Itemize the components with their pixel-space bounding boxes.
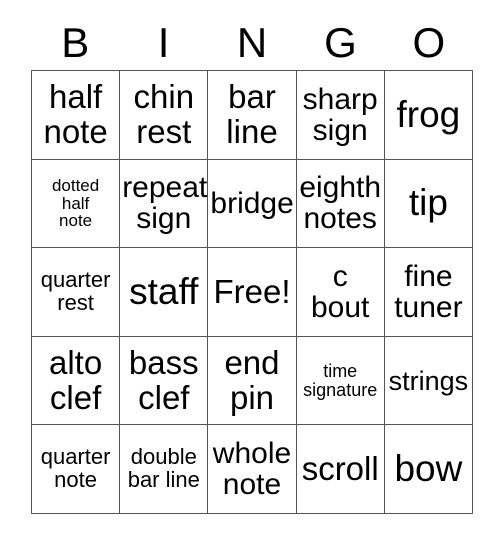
bingo-header-row: B I N G O: [31, 16, 473, 70]
bingo-cell[interactable]: end pin: [208, 336, 297, 426]
bingo-cell-label: fine tuner: [394, 259, 463, 324]
bingo-grid: half note chin rest bar line sharp sign …: [31, 70, 473, 514]
bingo-cell[interactable]: bar line: [208, 71, 297, 160]
bingo-header-letter-i: I: [157, 19, 170, 66]
bingo-card: B I N G O half note chin rest bar line s…: [0, 0, 500, 544]
bingo-cell[interactable]: staff: [120, 248, 209, 337]
bingo-cell-label: double bar line: [127, 444, 200, 493]
bingo-cell[interactable]: quarter note: [32, 425, 121, 514]
bingo-cell-label: strings: [388, 365, 469, 396]
bingo-header-letter-b: B: [61, 19, 90, 66]
bingo-cell-label: quarter rest: [40, 267, 111, 315]
bingo-cell[interactable]: fine tuner: [384, 248, 473, 337]
bingo-cell-label: bar line: [226, 78, 278, 150]
bingo-cell-label: quarter note: [40, 444, 111, 493]
bingo-cell[interactable]: alto clef: [32, 336, 121, 426]
bingo-cell[interactable]: tip: [384, 159, 473, 249]
bingo-cell[interactable]: c bout: [296, 248, 385, 337]
bingo-cell[interactable]: repeat sign: [120, 159, 209, 249]
bingo-cell[interactable]: dotted half note: [32, 159, 121, 249]
bingo-cell[interactable]: frog: [384, 71, 473, 160]
bingo-cell-label: dotted half note: [51, 175, 100, 231]
bingo-cell[interactable]: whole note: [208, 425, 297, 514]
bingo-cell-label: tip: [408, 182, 448, 224]
bingo-cell-label: end pin: [224, 344, 280, 416]
bingo-cell-label: time signature: [303, 360, 378, 400]
bingo-cell[interactable]: bridge: [208, 159, 297, 249]
bingo-cell[interactable]: bow: [384, 425, 473, 514]
bingo-cell-label: sharp sign: [302, 82, 378, 147]
bingo-cell-label: half note: [43, 78, 108, 150]
bingo-cell-label: repeat sign: [122, 171, 208, 236]
bingo-cell-label: bridge: [210, 186, 294, 220]
bingo-cell[interactable]: eighth notes: [296, 159, 385, 249]
bingo-cell[interactable]: sharp sign: [296, 71, 385, 160]
bingo-cell-label: alto clef: [48, 344, 103, 416]
bingo-cell[interactable]: bass clef: [120, 336, 209, 426]
bingo-cell[interactable]: half note: [32, 71, 121, 160]
bingo-cell-label: chin rest: [133, 78, 195, 150]
bingo-cell-label: eighth notes: [299, 171, 382, 236]
bingo-cell-label: bass clef: [128, 344, 199, 416]
bingo-cell[interactable]: chin rest: [120, 71, 209, 160]
bingo-cell[interactable]: quarter rest: [32, 248, 121, 337]
bingo-cell[interactable]: scroll: [296, 425, 385, 514]
bingo-cell-label: staff: [129, 270, 199, 312]
bingo-header-letter-n: N: [236, 19, 268, 66]
bingo-header-letter-g: G: [324, 19, 357, 66]
bingo-cell-label: Free!: [213, 272, 291, 310]
bingo-cell-free-space[interactable]: Free!: [208, 248, 297, 337]
bingo-cell[interactable]: strings: [384, 336, 473, 426]
bingo-cell-label: scroll: [301, 450, 379, 488]
bingo-cell-label: frog: [396, 93, 461, 135]
bingo-cell-label: c bout: [311, 259, 370, 324]
bingo-cell[interactable]: time signature: [296, 336, 385, 426]
bingo-cell-label: whole note: [212, 437, 292, 502]
bingo-cell-label: bow: [394, 447, 463, 489]
bingo-header-letter-o: O: [412, 19, 446, 66]
bingo-cell[interactable]: double bar line: [120, 425, 209, 514]
